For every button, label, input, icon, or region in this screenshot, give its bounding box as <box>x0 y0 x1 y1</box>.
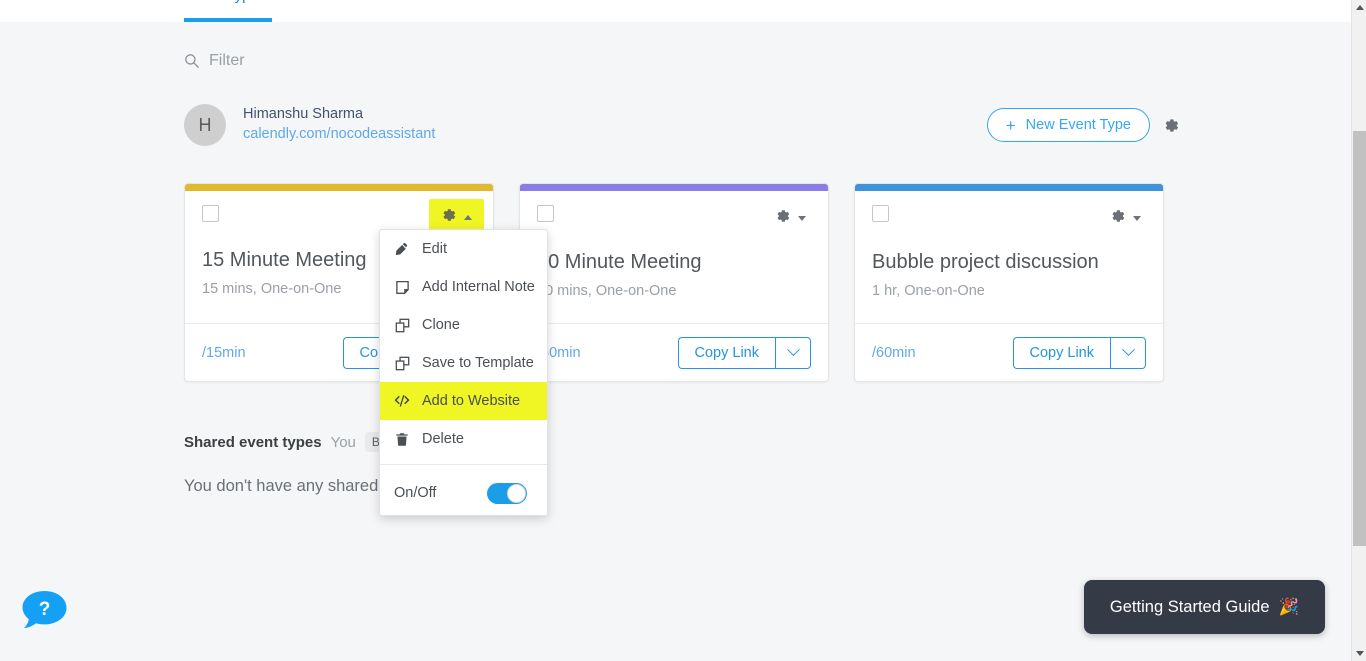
card-checkbox[interactable] <box>537 205 554 222</box>
menu-item-label: Clone <box>422 317 460 333</box>
pencil-icon <box>394 242 410 256</box>
help-chat-bubble-button[interactable]: ? <box>21 589 68 633</box>
event-type-options-menu: Edit Add Internal Note Clone Save to Tem… <box>379 229 548 516</box>
chevron-up-icon <box>464 215 472 220</box>
menu-item-label: Delete <box>422 431 464 447</box>
card-footer: /30min Copy Link <box>520 323 828 381</box>
filter-input[interactable]: Filter <box>209 52 245 70</box>
tab-event-types-label: Event Types <box>184 0 272 3</box>
new-event-type-button[interactable]: + New Event Type <box>986 108 1150 142</box>
menu-item-add-internal-note[interactable]: Add Internal Note <box>380 268 547 306</box>
menu-item-save-to-template[interactable]: Save to Template <box>380 344 547 382</box>
card-options-gear-button[interactable] <box>770 205 811 232</box>
card-checkbox[interactable] <box>202 205 219 222</box>
card-footer: /60min Copy Link <box>855 323 1163 381</box>
card-slug[interactable]: /15min <box>202 345 246 361</box>
chevron-down-icon <box>1355 651 1364 656</box>
toggle-knob <box>507 483 526 503</box>
onoff-toggle[interactable] <box>487 482 527 504</box>
chevron-down-icon <box>1121 343 1135 357</box>
top-header-strip: Event Types <box>0 0 1351 22</box>
help-chat-bubble-icon: ? <box>22 591 67 629</box>
user-profile-link[interactable]: calendly.com/nocodeassistant <box>243 125 435 145</box>
card-stripe <box>855 184 1163 191</box>
user-row: H Himanshu Sharma calendly.com/nocodeass… <box>184 104 1180 146</box>
filter-row[interactable]: Filter <box>184 52 245 70</box>
card-subtitle: 30 mins, One-on-One <box>537 283 677 299</box>
gear-icon <box>1110 208 1126 229</box>
gear-icon <box>441 207 457 228</box>
copy-link-group: Copy Link <box>1012 336 1146 369</box>
shared-event-types-title: Shared event types <box>184 433 322 451</box>
header-actions: + New Event Type <box>986 108 1180 142</box>
avatar: H <box>184 104 226 146</box>
menu-item-clone[interactable]: Clone <box>380 306 547 344</box>
card-title: 30 Minute Meeting <box>537 251 702 273</box>
event-type-cards: 15 Minute Meeting 15 mins, One-on-One /1… <box>184 183 1164 382</box>
user-meta: Himanshu Sharma calendly.com/nocodeassis… <box>243 105 435 144</box>
gear-icon <box>775 208 791 229</box>
scrollbar-down-arrow[interactable] <box>1352 646 1366 661</box>
shared-you-label[interactable]: You <box>331 434 356 451</box>
menu-onoff-row: On/Off <box>380 471 547 515</box>
chevron-down-icon <box>786 343 800 357</box>
svg-text:?: ? <box>39 599 51 620</box>
menu-item-edit[interactable]: Edit <box>380 230 547 268</box>
getting-started-guide-label: Getting Started Guide <box>1109 597 1270 616</box>
card-stripe <box>520 184 828 191</box>
menu-item-delete[interactable]: Delete <box>380 420 547 458</box>
card-slug[interactable]: /60min <box>872 345 916 361</box>
scrollbar-up-arrow[interactable] <box>1352 0 1366 15</box>
card-top: 30 Minute Meeting 30 mins, One-on-One <box>520 191 828 323</box>
card-top: Bubble project discussion 1 hr, One-on-O… <box>855 191 1163 323</box>
card-options-gear-button[interactable] <box>1105 205 1146 232</box>
copy-link-button[interactable]: Copy Link <box>1012 336 1110 369</box>
app-root: Event Types Filter H Himanshu Sharma cal… <box>0 0 1366 661</box>
new-event-type-label: New Event Type <box>1025 117 1131 133</box>
chevron-down-icon <box>1133 216 1141 221</box>
chevron-up-icon <box>1355 5 1364 10</box>
menu-onoff-label: On/Off <box>394 485 437 501</box>
chevron-down-icon <box>798 216 806 221</box>
card-checkbox[interactable] <box>872 205 889 222</box>
menu-item-add-to-website[interactable]: Add to Website <box>380 382 547 420</box>
menu-divider <box>380 464 547 465</box>
clone-icon <box>394 318 410 333</box>
browser-scrollbar[interactable] <box>1351 0 1366 661</box>
copy-link-dropdown-button[interactable] <box>775 336 811 369</box>
trash-icon <box>394 432 410 447</box>
avatar-initial: H <box>198 114 212 135</box>
settings-gear-icon[interactable] <box>1163 117 1180 134</box>
party-popper-icon: 🎉 <box>1278 597 1300 616</box>
menu-item-label: Edit <box>422 241 447 257</box>
card-stripe <box>185 184 493 191</box>
plus-icon: + <box>1005 115 1016 135</box>
search-icon <box>184 53 200 69</box>
copy-link-button[interactable]: Copy Link <box>677 336 775 369</box>
menu-item-label: Add to Website <box>422 393 521 409</box>
menu-item-label: Save to Template <box>422 355 534 371</box>
scrollbar-thumb[interactable] <box>1353 131 1366 546</box>
shared-event-types-header: Shared event types You B <box>184 432 387 452</box>
user-name: Himanshu Sharma <box>243 106 364 123</box>
menu-item-label: Add Internal Note <box>422 279 535 295</box>
card-title: Bubble project discussion <box>872 251 1099 273</box>
card-subtitle: 1 hr, One-on-One <box>872 283 985 299</box>
getting-started-guide-button[interactable]: Getting Started Guide 🎉 <box>1084 580 1325 634</box>
copy-link-group: Copy Link <box>677 336 811 369</box>
code-icon <box>394 394 410 408</box>
copy-link-dropdown-button[interactable] <box>1110 336 1146 369</box>
event-type-card: 30 Minute Meeting 30 mins, One-on-One /3… <box>519 183 829 382</box>
page-body: Filter H Himanshu Sharma calendly.com/no… <box>0 22 1351 661</box>
clone-icon <box>394 356 410 371</box>
note-icon <box>394 280 410 295</box>
event-type-card: Bubble project discussion 1 hr, One-on-O… <box>854 183 1164 382</box>
